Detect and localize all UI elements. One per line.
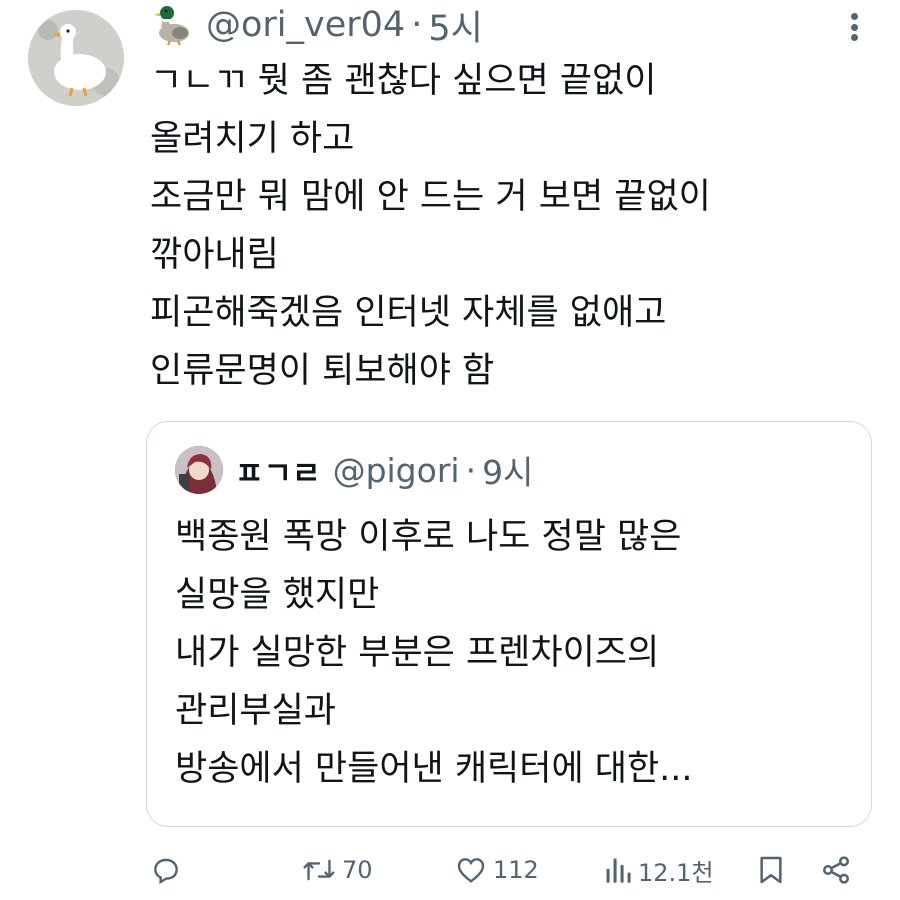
like-icon bbox=[455, 854, 487, 886]
reply-icon bbox=[150, 854, 182, 886]
tweet-line: ㄱㄴㄲ 뭣 좀 괜찮다 싶으면 끝없이 bbox=[150, 61, 657, 101]
bookmark-icon bbox=[756, 854, 786, 886]
tweet-line: 피곤해죽겠음 인터넷 자체를 없애고 bbox=[150, 293, 667, 333]
tweet-line: 인류문명이 퇴보해야 함 bbox=[150, 351, 495, 391]
tweet-text: ㄱㄴㄲ 뭣 좀 괜찮다 싶으면 끝없이 올려치기 하고 조금만 뭐 맘에 안 드… bbox=[150, 52, 711, 400]
duck-emoji-icon bbox=[150, 3, 194, 47]
quote-avatar[interactable] bbox=[175, 446, 223, 494]
quote-line: 관리부실과 bbox=[175, 691, 337, 731]
quote-time[interactable]: 9시 bbox=[482, 446, 533, 494]
post-time[interactable]: 5시 bbox=[428, 0, 482, 51]
quote-line: 방송에서 만들어낸 캐릭터에 대한... bbox=[175, 749, 693, 789]
share-icon bbox=[820, 854, 852, 886]
views-button[interactable]: 12.1천 bbox=[604, 842, 714, 898]
quote-author-name[interactable]: ㅍㄱㄹ bbox=[235, 448, 321, 493]
quote-line: 내가 실망한 부분은 프렌차이즈의 bbox=[175, 633, 660, 673]
tweet-header: @ori_ver04 · 5시 bbox=[150, 0, 483, 50]
retweet-icon bbox=[302, 854, 336, 886]
quote-author-handle[interactable]: @pigori bbox=[333, 451, 460, 490]
like-button[interactable]: 112 bbox=[455, 842, 539, 898]
views-icon bbox=[604, 854, 632, 886]
separator-dot: · bbox=[411, 5, 423, 45]
goose-avatar[interactable] bbox=[28, 10, 124, 106]
reply-button[interactable] bbox=[150, 842, 188, 898]
action-bar: 70 112 12.1천 bbox=[0, 842, 900, 898]
share-button[interactable] bbox=[820, 842, 852, 898]
quote-text: 백종원 폭망 이후로 나도 정말 많은 실망을 했지만 내가 실망한 부분은 프… bbox=[175, 508, 693, 798]
quoted-tweet[interactable]: ㅍㄱㄹ @pigori · 9시 백종원 폭망 이후로 나도 정말 많은 실망을… bbox=[146, 421, 872, 827]
quote-line: 백종원 폭망 이후로 나도 정말 많은 bbox=[175, 517, 682, 557]
quote-header: ㅍㄱㄹ @pigori · 9시 bbox=[235, 446, 533, 494]
tweet-line: 조금만 뭐 맘에 안 드는 거 보면 끝없이 bbox=[150, 177, 711, 217]
more-vertical-icon[interactable] bbox=[842, 10, 866, 44]
author-handle[interactable]: @ori_ver04 bbox=[206, 5, 405, 45]
tweet-line: 깎아내림 bbox=[150, 235, 279, 275]
retweet-button[interactable]: 70 bbox=[302, 842, 373, 898]
quote-line: 실망을 했지만 bbox=[175, 575, 380, 615]
separator-dot: · bbox=[465, 450, 477, 490]
like-count: 112 bbox=[493, 856, 539, 884]
views-count: 12.1천 bbox=[638, 858, 714, 887]
retweet-count: 70 bbox=[342, 856, 373, 884]
tweet-line: 올려치기 하고 bbox=[150, 119, 355, 159]
bookmark-button[interactable] bbox=[756, 842, 786, 898]
